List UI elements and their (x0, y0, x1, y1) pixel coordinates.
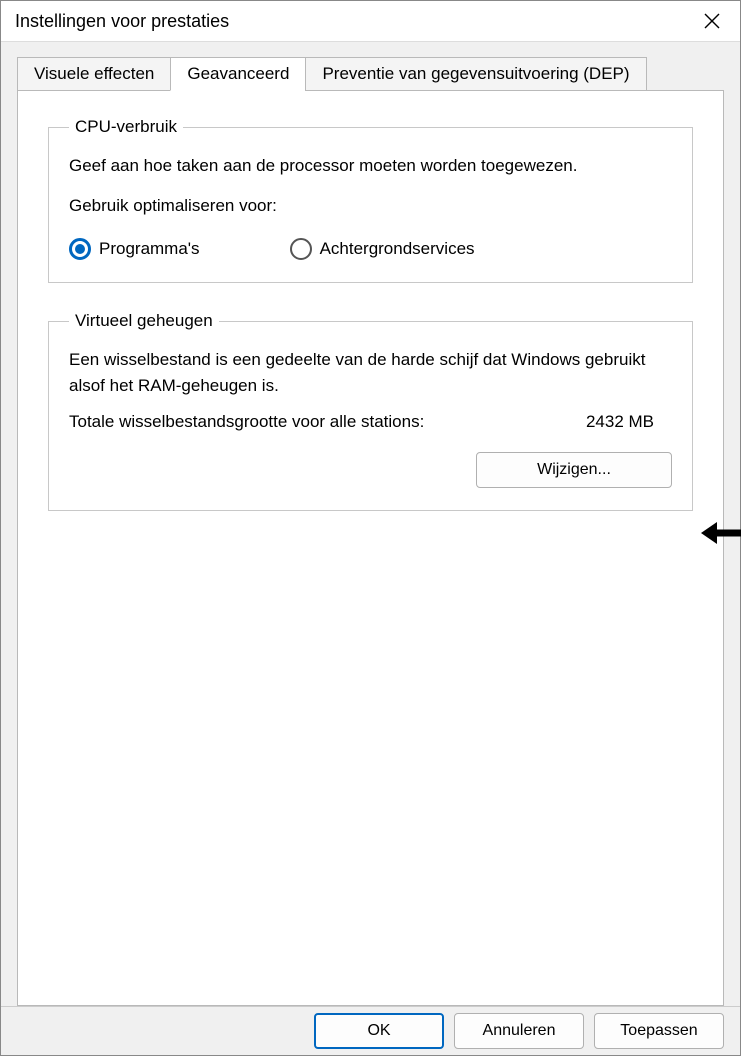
tab-advanced[interactable]: Geavanceerd (170, 57, 306, 91)
virtual-memory-group: Virtueel geheugen Een wisselbestand is e… (48, 311, 693, 511)
cancel-button[interactable]: Annuleren (454, 1013, 584, 1049)
performance-settings-window: Instellingen voor prestaties Visuele eff… (0, 0, 741, 1056)
tab-visual-effects[interactable]: Visuele effecten (17, 57, 171, 91)
cpu-group-legend: CPU-verbruik (69, 117, 183, 137)
radio-programs-label: Programma's (99, 239, 200, 259)
window-title: Instellingen voor prestaties (15, 11, 690, 32)
titlebar: Instellingen voor prestaties (1, 1, 740, 42)
apply-button[interactable]: Toepassen (594, 1013, 724, 1049)
vm-total-value: 2432 MB (586, 412, 654, 432)
radio-background-label: Achtergrondservices (320, 239, 475, 259)
vm-group-legend: Virtueel geheugen (69, 311, 219, 331)
radio-checked-icon (69, 238, 91, 260)
radio-programs[interactable]: Programma's (69, 238, 200, 260)
dialog-footer: OK Annuleren Toepassen (1, 1006, 740, 1055)
close-button[interactable] (690, 1, 734, 41)
vm-description: Een wisselbestand is een gedeelte van de… (69, 347, 672, 398)
radio-background-services[interactable]: Achtergrondservices (290, 238, 475, 260)
ok-button[interactable]: OK (314, 1013, 444, 1049)
cpu-radio-row: Programma's Achtergrondservices (69, 238, 672, 260)
tab-panel-advanced: CPU-verbruik Geef aan hoe taken aan de p… (17, 90, 724, 1006)
arrow-left-icon (701, 519, 741, 547)
vm-total-label: Totale wisselbestandsgrootte voor alle s… (69, 412, 424, 432)
close-icon (704, 13, 720, 29)
cpu-optimize-label: Gebruik optimaliseren voor: (69, 193, 672, 219)
cpu-description: Geef aan hoe taken aan de processor moet… (69, 153, 672, 179)
change-button[interactable]: Wijzigen... (476, 452, 672, 488)
content-area: Visuele effecten Geavanceerd Preventie v… (1, 42, 740, 1006)
cpu-usage-group: CPU-verbruik Geef aan hoe taken aan de p… (48, 117, 693, 283)
vm-total-row: Totale wisselbestandsgrootte voor alle s… (69, 412, 672, 432)
tab-strip: Visuele effecten Geavanceerd Preventie v… (17, 57, 724, 91)
vm-change-row: Wijzigen... (69, 452, 672, 488)
arrow-annotation (701, 519, 741, 552)
tab-dep[interactable]: Preventie van gegevensuitvoering (DEP) (305, 57, 646, 91)
radio-unchecked-icon (290, 238, 312, 260)
